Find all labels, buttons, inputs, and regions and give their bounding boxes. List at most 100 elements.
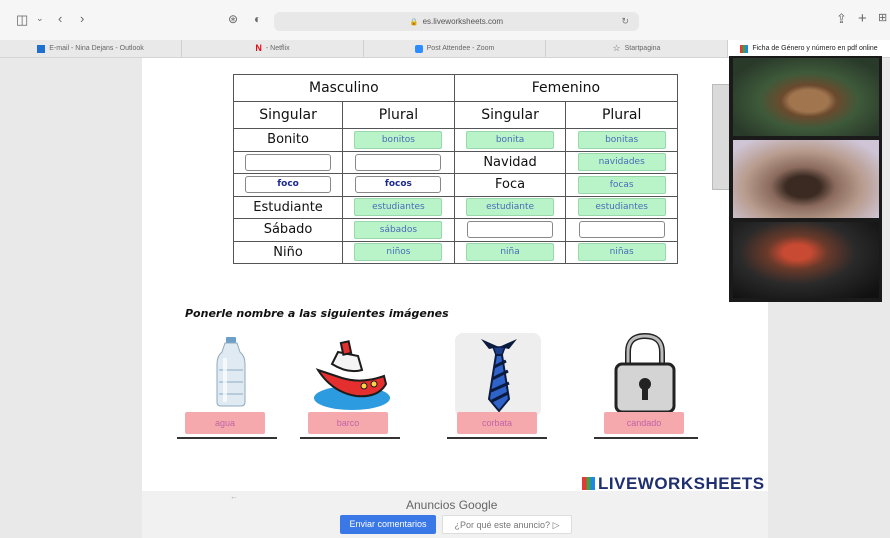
star-icon: ☆ (612, 43, 621, 53)
group-header-masculino: Masculino (233, 74, 455, 102)
table-cell: niña (453, 240, 567, 264)
browser-toolbar: ◫ ⌄ ‹ › ⊛ ◐ 🔒 es.liveworksheets.com ↻ ⇪ … (0, 0, 890, 40)
table-cell: niños (342, 240, 455, 264)
answer-line (177, 437, 277, 439)
table-cell: Niño (232, 240, 344, 264)
answer-field[interactable]: estudiante (466, 198, 555, 217)
answer-field[interactable]: bonitos (354, 130, 443, 149)
table-row: foco focos Foca focas (232, 173, 678, 197)
reload-icon[interactable]: ↻ (621, 16, 629, 27)
table-cell: navidades (565, 150, 678, 174)
answer-field[interactable]: bonitas (577, 130, 666, 149)
answer-line (447, 437, 547, 439)
send-feedback-button[interactable]: Enviar comentarios (340, 515, 436, 534)
address-bar[interactable]: 🔒 es.liveworksheets.com ↻ (274, 12, 639, 31)
table-cell: Foca (453, 173, 567, 197)
table-cell: Sábado (232, 218, 344, 242)
answer-field[interactable]: focas (577, 175, 666, 194)
share-icon[interactable]: ⇪ (836, 12, 847, 25)
liveworksheets-favicon (740, 44, 749, 53)
lock-icon: 🔒 (409, 18, 419, 26)
table-cell: focas (565, 173, 678, 197)
answer-line (300, 437, 400, 439)
tab-netflix[interactable]: N - Netflix (182, 40, 364, 57)
tab-zoom[interactable]: Post Attendee - Zoom (364, 40, 546, 57)
tab-overview-icon[interactable]: ⊞ (878, 13, 887, 24)
sidebar-toggle-icon[interactable]: ◫ (16, 13, 28, 26)
table-row: Sábado sábados (232, 218, 678, 242)
table-row: Bonito bonitos bonita bonitas (232, 128, 678, 152)
input-field[interactable]: foco (245, 176, 332, 194)
input-field[interactable] (245, 153, 332, 171)
tie-icon (481, 339, 517, 413)
table-cell: Navidad (453, 150, 567, 174)
answer-field[interactable]: navidades (577, 153, 666, 172)
ads-back-icon[interactable]: ← (230, 492, 238, 501)
answer-field[interactable]: niña (466, 243, 555, 262)
extension-icon[interactable]: ⊛ (228, 13, 238, 25)
video-participant-2[interactable] (733, 140, 879, 218)
table-cell: bonita (453, 128, 567, 152)
table-cell: Bonito (232, 128, 344, 152)
table-body: Bonito bonitos bonita bonitas Navidad navidad… (232, 128, 678, 264)
answer-field-agua[interactable]: agua (185, 412, 265, 434)
why-this-ad-button[interactable]: ¿Por qué este anuncio? ▷ (442, 515, 572, 534)
back-icon[interactable]: ‹ (58, 12, 62, 25)
url-text: es.liveworksheets.com (422, 17, 504, 26)
answer-field[interactable]: estudiantes (354, 198, 443, 217)
subheader-cell: Plural (342, 101, 455, 129)
input-field[interactable] (578, 221, 665, 239)
answer-line (594, 437, 698, 439)
netflix-icon: N (255, 43, 262, 53)
answer-field[interactable]: bonita (466, 130, 555, 149)
subheader-cell: Singular (232, 101, 344, 129)
table-cell: bonitas (565, 128, 678, 152)
table-row: Niño niños niña niñas (232, 240, 678, 264)
table-cell: foco (232, 173, 344, 197)
subheader-cell: Singular (453, 101, 567, 129)
padlock-icon (614, 332, 676, 414)
ads-title: Anuncios Google (406, 498, 498, 512)
tab-outlook[interactable]: E-mail - Nina Dejans - Outlook (0, 40, 182, 57)
outlook-icon (37, 44, 46, 53)
table-cell: niñas (565, 240, 678, 264)
tab-liveworksheets[interactable]: Ficha de Género y número en pdf online (728, 40, 890, 57)
answer-field[interactable]: sábados (354, 220, 443, 239)
zoom-icon (414, 44, 423, 53)
water-bottle-icon (216, 337, 246, 407)
video-participant-1[interactable] (733, 58, 879, 136)
instruction-text: Ponerle nombre a las siguientes imágenes (185, 307, 449, 320)
privacy-shield-icon[interactable]: ◐ (254, 13, 261, 25)
answer-field-corbata[interactable]: corbata (457, 412, 537, 434)
gender-number-table: Masculino Femenino Singular Plural Singu… (232, 74, 679, 264)
answer-field[interactable]: estudiantes (577, 198, 666, 217)
table-cell: Estudiante (232, 195, 344, 219)
table-row: Estudiante estudiantes estudiante estudiant… (232, 195, 678, 219)
subheader-cell: Plural (565, 101, 678, 129)
input-field[interactable]: focos (355, 176, 442, 194)
liveworksheets-logo-icon (582, 477, 595, 490)
chevron-down-icon[interactable]: ⌄ (36, 14, 44, 23)
group-header-femenino: Femenino (453, 74, 679, 102)
table-cell: focos (342, 173, 455, 197)
table-cell: estudiante (453, 195, 567, 219)
table-cell: estudiantes (565, 195, 678, 219)
new-tab-icon[interactable]: + (858, 11, 867, 26)
table-row: Navidad navidades (232, 150, 678, 174)
answer-field[interactable]: niños (354, 243, 443, 262)
table-cell (232, 150, 344, 174)
input-field[interactable] (355, 153, 442, 171)
video-participant-3[interactable] (733, 222, 879, 298)
forward-icon[interactable]: › (80, 12, 84, 25)
table-cell: bonitos (342, 128, 455, 152)
answer-field-candado[interactable]: candado (604, 412, 684, 434)
table-cell (342, 150, 455, 174)
table-cell (565, 218, 678, 242)
answer-field[interactable]: niñas (577, 243, 666, 262)
table-cell: estudiantes (342, 195, 455, 219)
input-field[interactable] (467, 221, 554, 239)
answer-field-barco[interactable]: barco (308, 412, 388, 434)
tab-startpagina[interactable]: ☆ Startpagina (546, 40, 728, 57)
table-cell (453, 218, 567, 242)
table-cell: sábados (342, 218, 455, 242)
